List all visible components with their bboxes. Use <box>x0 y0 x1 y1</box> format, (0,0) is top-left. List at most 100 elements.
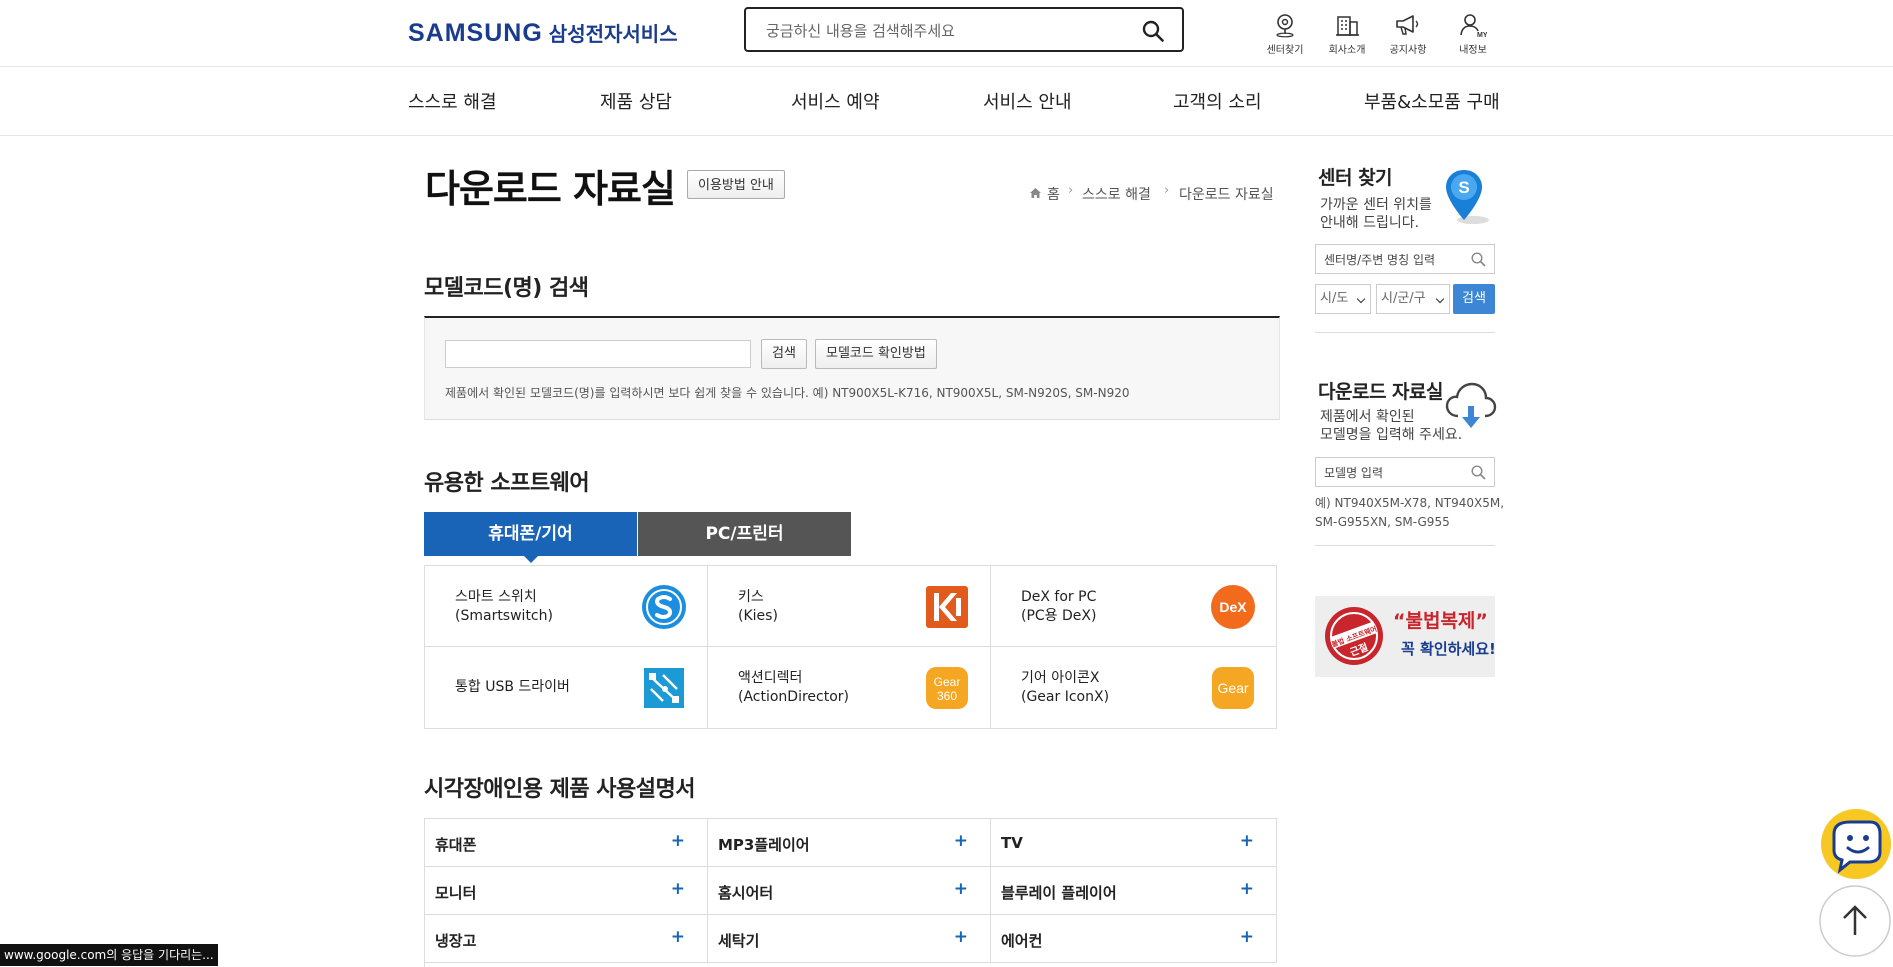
center-location-pin-icon: S <box>1446 170 1489 224</box>
site-header: SAMSUNG 삼성전자서비스 센터찾기 회사소개 공지사항 MY 내정보 <box>0 0 1893 67</box>
model-code-input[interactable] <box>445 340 751 368</box>
manual-item[interactable]: 휴대폰 + <box>425 819 708 867</box>
chevron-right-icon: › <box>1164 183 1170 198</box>
model-code-howto-button[interactable]: 모델코드 확인방법 <box>815 339 937 369</box>
sidebar-divider <box>1315 545 1495 546</box>
global-search <box>744 7 1184 52</box>
scroll-to-top-icon[interactable] <box>1819 885 1891 957</box>
software-heading: 유용한 소프트웨어 <box>424 471 590 496</box>
download-room-title: 다운로드 자료실 <box>1318 381 1443 403</box>
header-link-notice[interactable]: 공지사항 <box>1383 12 1433 56</box>
banner-title: “불법복제” <box>1393 610 1488 632</box>
software-item-smartswitch[interactable]: 스마트 스위치 (Smartswitch) <box>425 566 708 647</box>
city-select[interactable]: 시/군/구 <box>1376 284 1450 314</box>
usage-guide-button[interactable]: 이용방법 안내 <box>687 170 785 199</box>
svg-text:DeX: DeX <box>1219 599 1247 615</box>
plus-icon: + <box>953 831 968 851</box>
breadcrumb-home[interactable]: 홈 <box>1047 184 1060 204</box>
usb-driver-icon <box>644 668 684 708</box>
stamp-badge-icon: 불법 소프트웨어 근절 <box>1325 607 1383 665</box>
sidebar-divider <box>1315 332 1495 333</box>
user-icon: MY <box>1460 14 1487 38</box>
header-link-label: 회사소개 <box>1328 45 1366 56</box>
tab-mobile-gear[interactable]: 휴대폰/기어 <box>424 512 637 556</box>
manual-item[interactable]: 냉장고 + <box>425 915 708 963</box>
software-name: 기어 아이콘X (Gear IconX) <box>1021 670 1110 705</box>
building-icon <box>1336 16 1359 36</box>
manual-item[interactable]: 세탁기 + <box>708 915 991 963</box>
model-search-button[interactable]: 검색 <box>761 339 807 369</box>
model-search-description: 제품에서 확인된 모델코드(명)를 입력하시면 보다 쉽게 찾을 수 있습니다.… <box>445 386 1130 400</box>
center-name-input[interactable] <box>1322 251 1466 269</box>
gear-iconx-icon: Gear <box>1212 667 1254 709</box>
breadcrumb-current: 다운로드 자료실 <box>1179 187 1274 203</box>
manual-item[interactable]: 모니터 + <box>425 867 708 915</box>
header-link-label: 내정보 <box>1459 45 1487 56</box>
chevron-right-icon: › <box>1068 183 1074 198</box>
software-item-dex[interactable]: DeX for PC (PC용 DeX) DeX <box>991 566 1276 647</box>
manual-item[interactable]: 에어컨 + <box>991 915 1277 963</box>
model-example-text: 예) NT940X5M-X78, NT940X5M, SM-G955XN, SM-… <box>1315 496 1505 529</box>
svg-text:Gear: Gear <box>1217 680 1248 696</box>
illegal-copy-banner[interactable]: 불법 소프트웨어 근절 “불법복제” 꼭 확인하세요! <box>1315 596 1496 677</box>
download-room-desc: 제품에서 확인된 모델명을 입력해 주세요. <box>1320 409 1463 443</box>
plus-icon: + <box>953 927 968 947</box>
manual-item[interactable]: TV + <box>991 819 1277 867</box>
center-search-field <box>1315 244 1495 274</box>
plus-icon: + <box>1239 831 1254 851</box>
software-name: 스마트 스위치 (Smartswitch) <box>455 589 553 624</box>
plus-icon: + <box>670 927 685 947</box>
kies-icon <box>926 586 968 628</box>
logo-korean: 삼성전자서비스 <box>548 22 678 46</box>
svg-text:MY: MY <box>1477 32 1487 38</box>
active-tab-indicator <box>524 556 538 563</box>
model-name-field <box>1315 457 1495 487</box>
software-item-actiondirector[interactable]: 액션디렉터 (ActionDirector) Gear 360 <box>708 647 991 728</box>
nav-item-service-booking[interactable]: 서비스 예약 <box>791 88 880 114</box>
header-link-company[interactable]: 회사소개 <box>1322 12 1372 56</box>
location-pin-icon <box>1276 14 1294 38</box>
header-link-label: 센터찾기 <box>1266 45 1304 56</box>
dex-icon: DeX <box>1211 585 1255 629</box>
software-item-kies[interactable]: 키스 (Kies) <box>708 566 991 647</box>
center-find-desc: 가까운 센터 위치를 안내해 드립니다. <box>1320 197 1432 231</box>
manual-item[interactable]: 블루레이 플레이어 + <box>991 867 1277 915</box>
software-name: 키스 (Kies) <box>738 589 778 624</box>
page-title: 다운로드 자료실 <box>425 167 676 211</box>
browser-status-bar: www.google.com의 응답을 기다리는... <box>0 944 218 966</box>
nav-item-self-solve[interactable]: 스스로 해결 <box>408 88 497 114</box>
search-icon[interactable] <box>1142 20 1164 42</box>
model-name-input[interactable] <box>1322 464 1466 482</box>
header-link-myinfo[interactable]: MY 내정보 <box>1448 12 1498 56</box>
samsung-service-logo[interactable]: SAMSUNG 삼성전자서비스 <box>408 18 678 48</box>
manual-item[interactable]: MP3플레이어 + <box>708 819 991 867</box>
nav-item-parts-purchase[interactable]: 부품&소모품 구매 <box>1364 88 1500 114</box>
plus-icon: + <box>1239 927 1254 947</box>
main-navigation: 스스로 해결 제품 상담 서비스 예약 서비스 안내 고객의 소리 부품&소모품… <box>0 67 1893 136</box>
plus-icon: + <box>670 831 685 851</box>
search-icon[interactable] <box>1471 465 1486 480</box>
software-item-usb-driver[interactable]: 통합 USB 드라이버 <box>425 647 708 728</box>
breadcrumb-self-solve[interactable]: 스스로 해결 <box>1082 184 1151 204</box>
chatbot-icon[interactable] <box>1820 808 1892 880</box>
search-icon[interactable] <box>1471 252 1486 267</box>
software-item-gear-iconx[interactable]: 기어 아이콘X (Gear IconX) Gear <box>991 647 1276 728</box>
header-link-center[interactable]: 센터찾기 <box>1260 12 1310 56</box>
plus-icon: + <box>953 879 968 899</box>
nav-item-product-consult[interactable]: 제품 상담 <box>600 88 672 114</box>
nav-item-service-info[interactable]: 서비스 안내 <box>983 88 1072 114</box>
nav-item-customer-voice[interactable]: 고객의 소리 <box>1173 88 1262 114</box>
megaphone-icon <box>1396 15 1419 35</box>
svg-text:Gear: Gear <box>934 675 961 689</box>
svg-text:S: S <box>1458 178 1469 197</box>
manuals-heading: 시각장애인용 제품 사용설명서 <box>424 777 695 802</box>
software-name: 통합 USB 드라이버 <box>455 679 570 695</box>
tab-pc-printer[interactable]: PC/프린터 <box>638 512 851 556</box>
province-select[interactable]: 시/도 <box>1315 284 1371 314</box>
manual-item[interactable]: 홈시어터 + <box>708 867 991 915</box>
home-icon[interactable] <box>1029 187 1042 199</box>
center-search-button[interactable]: 검색 <box>1453 284 1495 314</box>
plus-icon: + <box>1239 879 1254 899</box>
global-search-input[interactable] <box>764 20 1138 42</box>
header-link-label: 공지사항 <box>1389 45 1427 56</box>
